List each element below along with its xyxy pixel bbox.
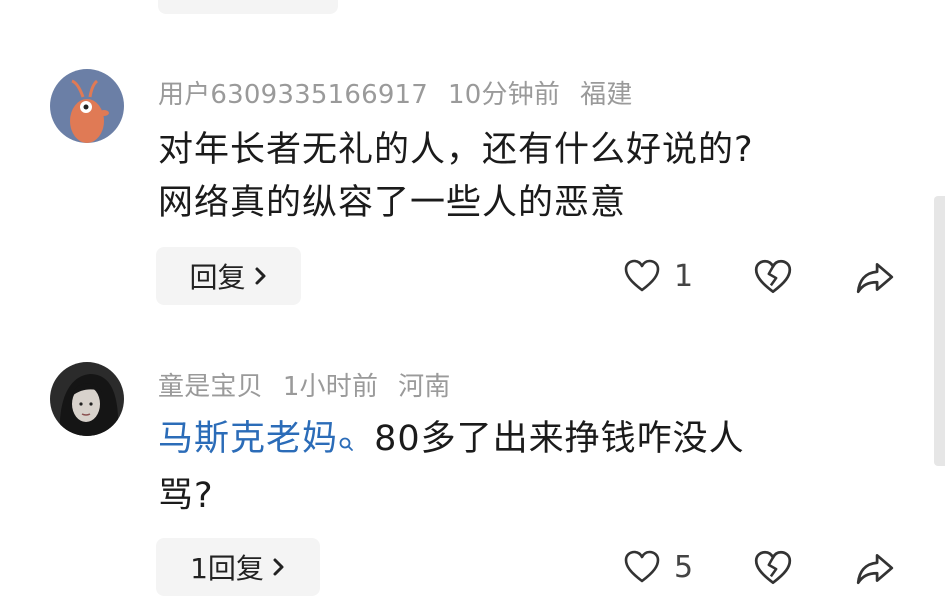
broken-heart-icon: [754, 550, 792, 585]
reply-label: 回复: [189, 261, 246, 294]
mention-link[interactable]: 马斯克老妈: [158, 419, 338, 459]
username[interactable]: 用户6309335166917: [158, 80, 428, 110]
like-count: 5: [674, 549, 694, 585]
comment-body: 80多了出来挣钱咋没人: [362, 419, 745, 459]
heart-icon: [624, 259, 660, 292]
avatar[interactable]: [50, 362, 124, 436]
avatar[interactable]: [50, 69, 124, 143]
share-button[interactable]: [854, 256, 896, 302]
like-button[interactable]: 1: [622, 256, 693, 296]
username[interactable]: 童是宝贝: [158, 372, 263, 402]
timestamp: 1小时前: [282, 372, 379, 402]
like-button[interactable]: 5: [622, 547, 693, 587]
share-button[interactable]: [854, 547, 896, 593]
comment-line: 马斯克老妈 80多了出来挣钱咋没人: [158, 413, 898, 470]
comment-meta: 用户6309335166917 10分钟前 福建: [158, 74, 653, 111]
previous-reply-button[interactable]: [158, 0, 338, 14]
reply-button[interactable]: 1回复: [156, 538, 320, 596]
comment-text: 马斯克老妈 80多了出来挣钱咋没人 骂?: [158, 413, 898, 523]
location: 河南: [398, 372, 451, 402]
cartoon-shrimp-avatar-icon: [50, 69, 124, 143]
dislike-button[interactable]: [752, 256, 794, 302]
woman-portrait-avatar-icon: [50, 362, 124, 436]
reply-button[interactable]: 回复: [156, 247, 301, 305]
location: 福建: [580, 80, 633, 110]
share-icon: [856, 554, 894, 585]
like-count: 1: [674, 258, 694, 294]
timestamp: 10分钟前: [448, 80, 561, 110]
heart-icon: [624, 550, 660, 583]
comment-line: 骂?: [158, 476, 214, 516]
chevron-right-icon: [272, 551, 286, 584]
dislike-button[interactable]: [752, 547, 794, 593]
comment-line: 网络真的纵容了一些人的恶意: [158, 183, 627, 223]
broken-heart-icon: [754, 259, 792, 294]
chevron-right-icon: [254, 260, 268, 293]
comment-text: 对年长者无礼的人，还有什么好说的? 网络真的纵容了一些人的恶意: [158, 124, 918, 230]
reply-label: 1回复: [190, 552, 264, 585]
search-icon: [338, 417, 354, 470]
share-icon: [856, 263, 894, 294]
scrollbar[interactable]: [934, 196, 945, 466]
comment-line: 对年长者无礼的人，还有什么好说的?: [158, 130, 754, 170]
comment-meta: 童是宝贝 1小时前 河南: [158, 366, 471, 403]
